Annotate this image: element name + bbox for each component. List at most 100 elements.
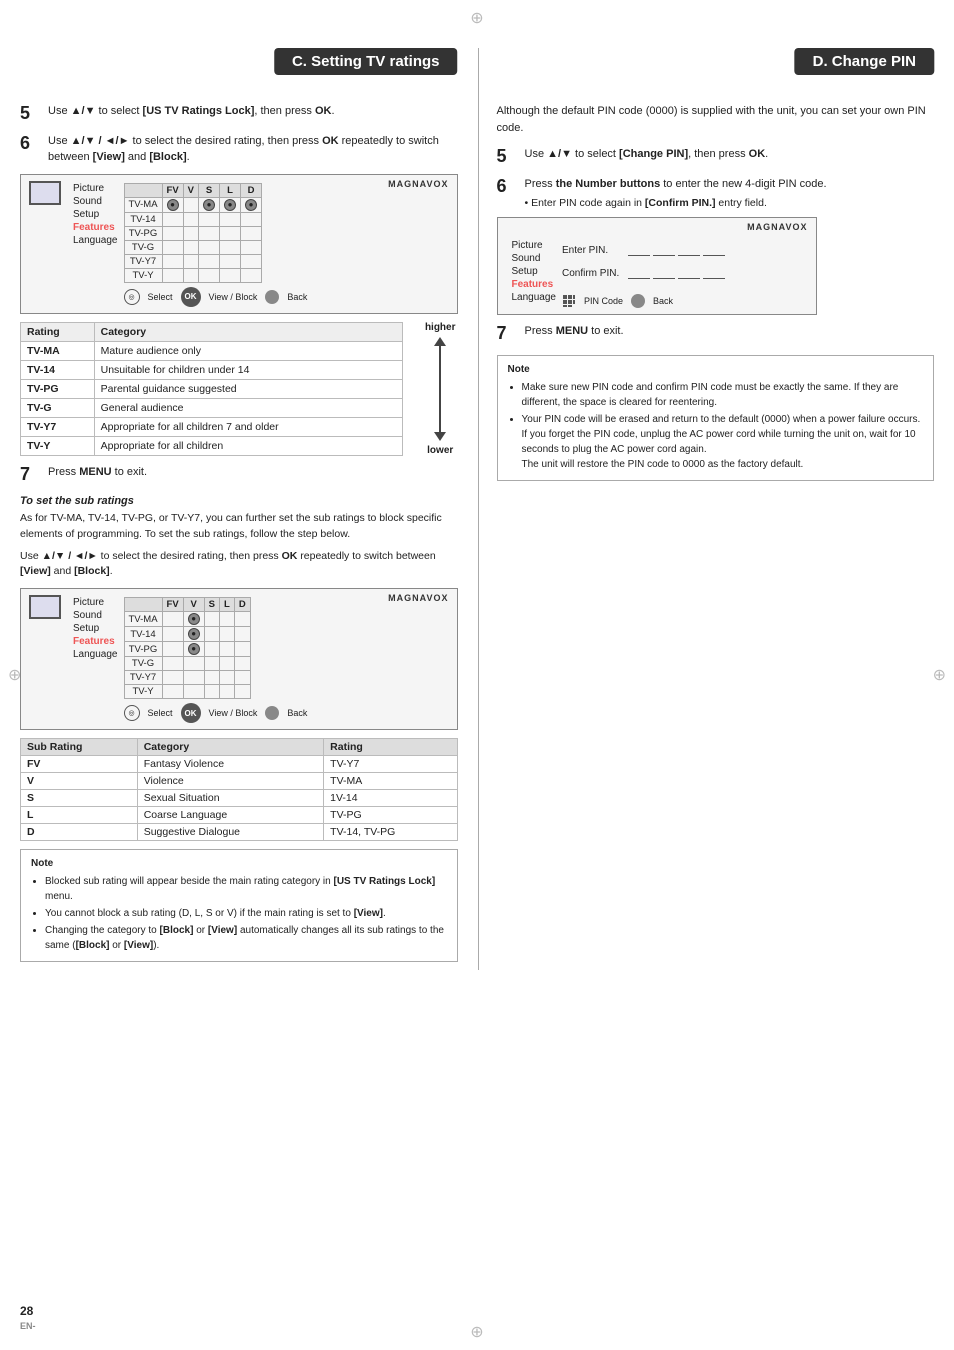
rating-tv14: TV-14 bbox=[21, 360, 95, 379]
circle-filled-icon: ● bbox=[167, 199, 179, 211]
tv-grid-1: FV V S L D TV-MA ● bbox=[124, 183, 263, 283]
rating-header: Rating bbox=[21, 322, 95, 341]
pin-dash-5 bbox=[628, 269, 650, 279]
cat-v: Violence bbox=[137, 773, 323, 790]
change-pin-intro: Although the default PIN code (0000) is … bbox=[497, 103, 935, 136]
sub-header: Sub Rating bbox=[21, 739, 138, 756]
step-6-left-text: Use ▲/▼ / ◄/► to select the desired rati… bbox=[48, 133, 458, 166]
list-item: You cannot block a sub rating (D, L, S o… bbox=[45, 906, 447, 921]
pin-dash-7 bbox=[678, 269, 700, 279]
subrating-table: Sub Rating Category Rating FV Fantasy Vi… bbox=[20, 738, 458, 841]
cat-fv: Fantasy Violence bbox=[137, 756, 323, 773]
table-row: TV-PG ● bbox=[124, 642, 250, 657]
tv-screen-2 bbox=[29, 595, 61, 619]
section-c-title: C. Setting TV ratings bbox=[274, 48, 458, 75]
tv-screen-1 bbox=[29, 181, 61, 205]
note-box-right: Note Make sure new PIN code and confirm … bbox=[497, 355, 935, 481]
back-circle-pin bbox=[631, 294, 645, 308]
cat-d: Suggestive Dialogue bbox=[137, 824, 323, 841]
row-tvpg-label: TV-PG bbox=[124, 226, 162, 240]
compass-bottom-icon: ⊕ bbox=[470, 1322, 483, 1342]
sub-l: L bbox=[21, 807, 138, 824]
row-tvma-d: ● bbox=[241, 197, 262, 212]
list-item: Blocked sub rating will appear beside th… bbox=[45, 874, 447, 904]
table-row: TV-14 bbox=[124, 212, 262, 226]
category-tvpg: Parental guidance suggested bbox=[94, 379, 402, 398]
sidebar-language-1: Language bbox=[73, 235, 118, 246]
step-5-right-text: Use ▲/▼ to select [Change PIN], then pre… bbox=[525, 146, 769, 163]
rating-d: TV-14, TV-PG bbox=[324, 824, 457, 841]
confirm-pin-dashes bbox=[628, 269, 725, 279]
table-row: TV-14 ● bbox=[124, 627, 250, 642]
pin-dash-2 bbox=[653, 246, 675, 256]
arrow-line bbox=[439, 346, 441, 432]
back-label-2: Back bbox=[287, 708, 307, 718]
grid-header-fv: FV bbox=[162, 183, 183, 197]
left-column: C. Setting TV ratings 5 Use ▲/▼ to selec… bbox=[20, 48, 458, 970]
table-row: TV-Y7 bbox=[124, 671, 250, 685]
grid-header-d: D bbox=[241, 183, 262, 197]
step-7-left-text: Press MENU to exit. bbox=[48, 464, 147, 481]
circle-icon: ● bbox=[188, 613, 200, 625]
step-5-right: 5 Use ▲/▼ to select [Change PIN], then p… bbox=[497, 146, 935, 168]
category-tvy7: Appropriate for all children 7 and older bbox=[94, 417, 402, 436]
higher-label: higher bbox=[425, 322, 456, 333]
tv-grid-2: FV V S L D TV-MA bbox=[124, 597, 251, 699]
step-7-left: 7 Press MENU to exit. bbox=[20, 464, 458, 486]
back-circle-2 bbox=[265, 706, 279, 720]
circle-filled-icon: ● bbox=[203, 199, 215, 211]
ok-btn-1[interactable]: OK bbox=[181, 287, 201, 307]
table-row: TV-Y bbox=[124, 685, 250, 699]
table-row: TV-MA Mature audience only bbox=[21, 341, 403, 360]
ok-btn-2[interactable]: OK bbox=[181, 703, 201, 723]
step-6-right: 6 Press the Number buttons to enter the … bbox=[497, 176, 935, 210]
sub-fv: FV bbox=[21, 756, 138, 773]
compass-right-icon: ⊕ bbox=[933, 665, 946, 685]
step-6-right-num: 6 bbox=[497, 176, 519, 198]
note-list-right: Make sure new PIN code and confirm PIN c… bbox=[508, 380, 924, 472]
back-label-pin: Back bbox=[653, 296, 673, 306]
rating-v: TV-MA bbox=[324, 773, 457, 790]
rating-fv: TV-Y7 bbox=[324, 756, 457, 773]
sidebar-setup-pin: Setup bbox=[512, 266, 557, 277]
page-num-value: 28 bbox=[20, 1304, 33, 1318]
rating-l: TV-PG bbox=[324, 807, 457, 824]
table-row: L Coarse Language TV-PG bbox=[21, 807, 458, 824]
step-5-right-num: 5 bbox=[497, 146, 519, 168]
table-row: V Violence TV-MA bbox=[21, 773, 458, 790]
table-row: TV-G bbox=[124, 240, 262, 254]
sidebar-sound-1: Sound bbox=[73, 196, 118, 207]
step-7-left-num: 7 bbox=[20, 464, 42, 486]
pin-dash-1 bbox=[628, 246, 650, 256]
table-row: TV-Y bbox=[124, 268, 262, 282]
step-6-left-num: 6 bbox=[20, 133, 42, 155]
table-row: FV Fantasy Violence TV-Y7 bbox=[21, 756, 458, 773]
note-box-left: Note Blocked sub rating will appear besi… bbox=[20, 849, 458, 962]
sidebar-picture-2: Picture bbox=[73, 597, 118, 608]
grid-header-l: L bbox=[220, 183, 241, 197]
pin-dash-6 bbox=[653, 269, 675, 279]
step-7-right: 7 Press MENU to exit. bbox=[497, 323, 935, 345]
page-num-sub: EN- bbox=[20, 1321, 36, 1331]
row-tvma-label: TV-MA bbox=[124, 197, 162, 212]
table-row: TV-G bbox=[124, 657, 250, 671]
circle-filled-icon: ● bbox=[245, 199, 257, 211]
note-title-right: Note bbox=[508, 362, 924, 377]
tv-mockup-2: MAGNAVOX Picture Sound Setup Features La… bbox=[20, 588, 458, 730]
arrow-down-icon bbox=[434, 432, 446, 441]
tv-sidebar-pin: Picture Sound Setup Features Language bbox=[512, 240, 557, 305]
step-6-right-text: Press the Number buttons to enter the ne… bbox=[525, 178, 827, 190]
sub-ratings-instruction: Use ▲/▼ / ◄/► to select the desired rati… bbox=[20, 549, 458, 581]
grid-icon bbox=[562, 294, 576, 308]
select-icon-2: ◎ bbox=[124, 705, 140, 721]
table-row: S Sexual Situation 1V-14 bbox=[21, 790, 458, 807]
table-row: D Suggestive Dialogue TV-14, TV-PG bbox=[21, 824, 458, 841]
rating-table: Rating Category TV-MA Mature audience on… bbox=[20, 322, 403, 456]
confirm-pin-row: Confirm PIN. bbox=[562, 268, 808, 279]
sub-ratings-title: To set the sub ratings bbox=[20, 495, 458, 507]
right-column: D. Change PIN Although the default PIN c… bbox=[478, 48, 935, 970]
rating-header-sub: Rating bbox=[324, 739, 457, 756]
row-tvma-v bbox=[183, 197, 198, 212]
cat-header: Category bbox=[137, 739, 323, 756]
sidebar-features-pin: Features bbox=[512, 279, 557, 290]
